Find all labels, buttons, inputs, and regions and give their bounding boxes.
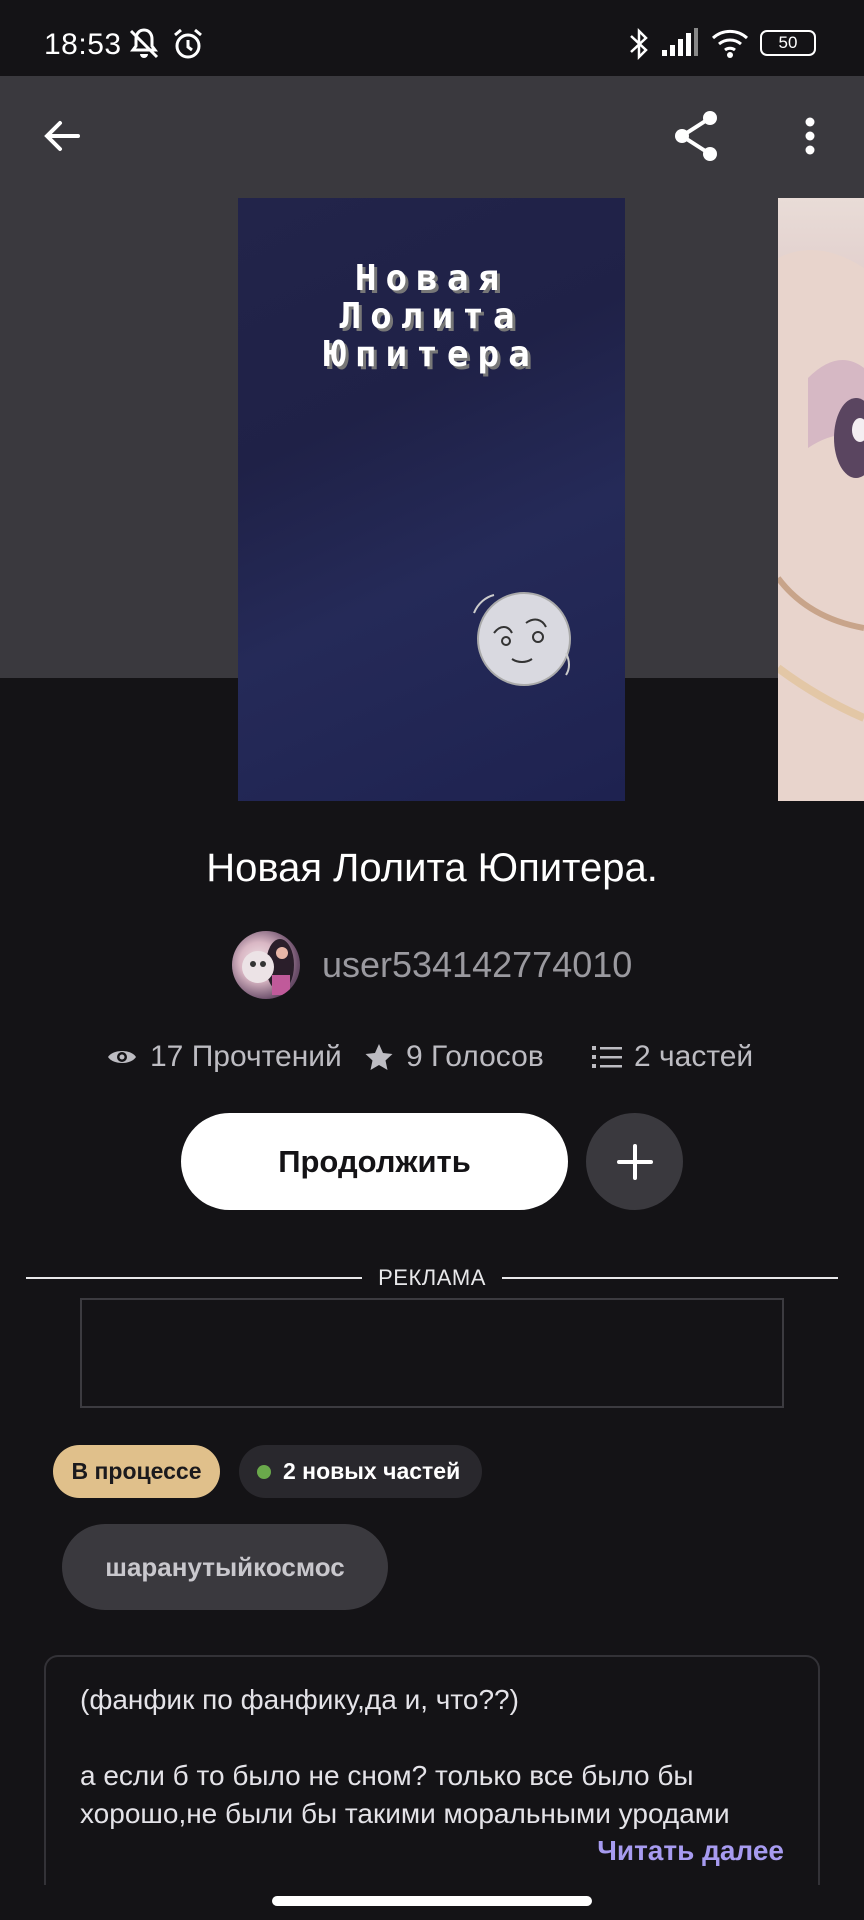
- list-icon: [592, 1046, 622, 1068]
- votes-count: 9 Голосов: [406, 1040, 544, 1073]
- eye-icon: [108, 1051, 136, 1063]
- parts-stat: 2 частей: [592, 1040, 753, 1074]
- arrow-left-icon: [44, 121, 80, 151]
- more-options-button[interactable]: [778, 104, 842, 168]
- parts-count: 2 частей: [634, 1040, 754, 1073]
- avatar-image: [242, 939, 294, 995]
- moon-illustration: [473, 592, 571, 686]
- cover-title-line: Лолита: [339, 296, 524, 337]
- status-time: 18:53: [44, 28, 122, 61]
- star-icon: [365, 1044, 393, 1070]
- wifi-icon: [710, 26, 750, 65]
- new-parts-badge: 2 новых частей: [239, 1445, 482, 1498]
- read-more-link[interactable]: Читать далее: [597, 1835, 784, 1867]
- tag-chip[interactable]: шаранутыйкосмос: [62, 1524, 388, 1610]
- plus-icon: [616, 1143, 653, 1180]
- new-indicator-dot: [257, 1464, 271, 1479]
- description-card[interactable]: (фанфик по фанфику,да и, что??) а если б…: [44, 1655, 820, 1885]
- status-bar: 18:53 50: [0, 0, 864, 76]
- share-button[interactable]: [664, 104, 728, 168]
- more-vert-icon: [805, 117, 815, 155]
- reads-stat: 17 Прочтений: [106, 1040, 342, 1074]
- anime-cover-illustration: [778, 250, 864, 801]
- top-app-bar: [0, 76, 864, 196]
- reads-count: 17 Прочтений: [150, 1040, 342, 1073]
- book-cover[interactable]: Новая Лолита Юпитера: [238, 198, 625, 801]
- continue-reading-button[interactable]: Продолжить: [181, 1113, 568, 1210]
- alarm-icon: [170, 26, 206, 67]
- add-to-library-button[interactable]: [586, 1113, 683, 1210]
- description-line: (фанфик по фанфику,да и, что??): [80, 1684, 519, 1715]
- votes-stat: 9 Голосов: [364, 1040, 544, 1074]
- cover-title-text: Новая Лолита Юпитера: [238, 260, 625, 374]
- cover-title-line: Юпитера: [324, 334, 539, 375]
- status-badge: В процессе: [53, 1445, 220, 1498]
- new-parts-label: 2 новых частей: [283, 1458, 461, 1484]
- author-row[interactable]: user534142774010: [232, 930, 632, 1000]
- avatar[interactable]: [232, 931, 300, 999]
- description-line: а если б то было не сном? только все был…: [80, 1760, 730, 1829]
- ad-slot[interactable]: [80, 1298, 784, 1408]
- signal-icon: [660, 26, 700, 65]
- cover-title-line: Новая: [354, 258, 509, 299]
- book-title: Новая Лолита Юпитера.: [206, 846, 658, 890]
- back-button[interactable]: [30, 104, 94, 168]
- author-name[interactable]: user534142774010: [322, 944, 632, 986]
- share-icon: [675, 111, 717, 161]
- stats-row: 17 Прочтений 9 Голосов 2 частей: [0, 1040, 864, 1080]
- battery-level: 50: [778, 33, 798, 52]
- battery-icon: 50: [760, 30, 816, 56]
- notifications-off-icon: [126, 26, 162, 67]
- bluetooth-icon: [626, 26, 652, 67]
- next-book-cover[interactable]: [778, 198, 864, 801]
- ad-divider-right: [502, 1277, 838, 1279]
- home-indicator[interactable]: [272, 1896, 592, 1906]
